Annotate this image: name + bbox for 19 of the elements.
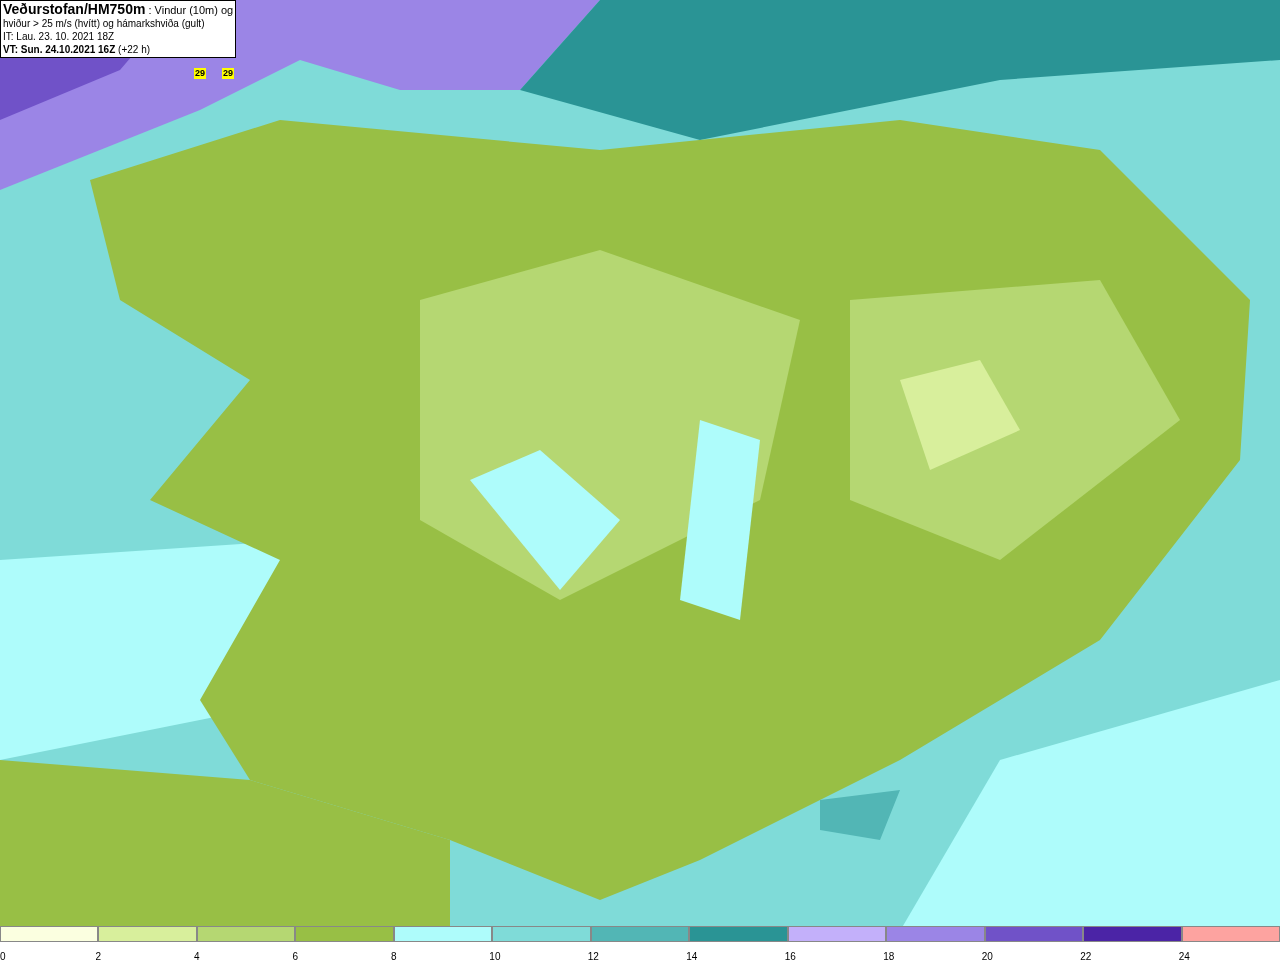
legend-label: 10: [489, 951, 501, 960]
legend-label: 4: [193, 951, 200, 960]
header-line: IT: Lau. 23. 10. 2021 18Z: [3, 30, 116, 43]
legend-label: 0: [0, 951, 6, 960]
legend-label: 18: [883, 951, 895, 960]
legend-label: 22: [1080, 951, 1092, 960]
legend-label: 2: [95, 951, 102, 960]
legend-label: 8: [390, 951, 397, 960]
legend-label: 16: [784, 951, 796, 960]
header-line: VT: Sun. 24.10.2021 16Z (+22 h): [3, 43, 152, 56]
legend-label: 24: [1178, 951, 1190, 960]
header-line: hviður > 25 m/s (hvítt) og hámarkshviða (gult): [3, 17, 206, 30]
legend-label: 6: [292, 951, 298, 960]
legend-label: 20: [981, 951, 993, 960]
map-title: Veðurstofan/HM750m : Vindur (10m) og: [3, 2, 234, 17]
gust-label: 29: [194, 68, 206, 79]
gust-label: 29: [222, 68, 234, 79]
legend-label: 12: [587, 951, 599, 960]
legend-label: 14: [686, 951, 698, 960]
